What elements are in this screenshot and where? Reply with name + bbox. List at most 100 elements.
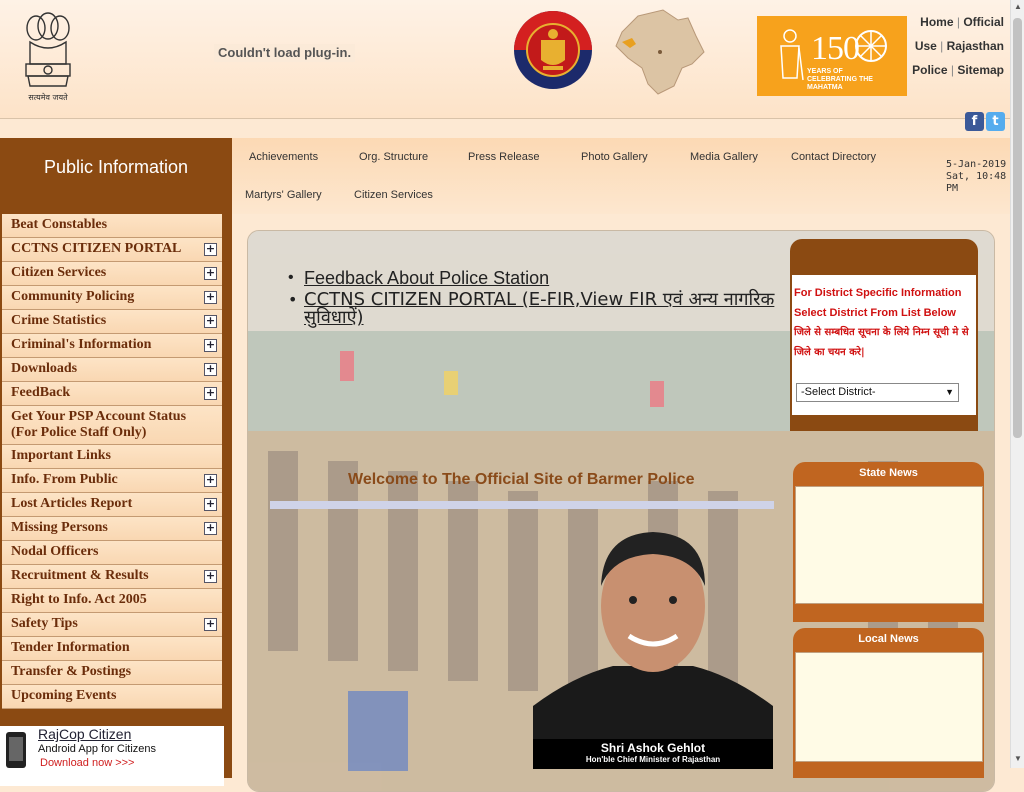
scroll-thumb[interactable] [1013,18,1022,438]
facebook-icon[interactable]: f [965,112,984,131]
nav-achievements[interactable]: Achievements [249,151,318,163]
sidebar-title: Public Information [43,157,189,177]
welcome-divider [270,501,774,509]
sidebar-item-label: CCTNS CITIZEN PORTAL [11,241,182,256]
sidebar-item-criminals-info[interactable]: Criminal's Information + [2,334,222,358]
expand-plus-icon[interactable]: + [204,498,217,511]
emblem-caption: सत्यमेव जयते [28,93,68,102]
sidebar-item-label: Upcoming Events [11,688,117,703]
sidebar-item-citizen-services[interactable]: Citizen Services + [2,262,222,286]
plugin-error-message: Couldn't load plug-in. [214,44,356,62]
celebration-text: YEARS OF CELEBRATING THE MAHATMA [807,68,873,91]
cm-role: Hon'ble Chief Minister of Rajasthan [585,755,721,764]
sidebar-item-cctns-portal[interactable]: CCTNS CITIZEN PORTAL + [2,238,222,262]
expand-plus-icon[interactable]: + [204,474,217,487]
sidebar-item-upcoming-events[interactable]: Upcoming Events [2,685,222,709]
expand-plus-icon[interactable]: + [204,315,217,328]
sidebar-item-label: Safety Tips [11,616,78,631]
sidebar-item-missing-persons[interactable]: Missing Persons + [2,517,222,541]
site-header: सत्यमेव जयते Couldn't load plug-in. 150 … [0,0,1010,119]
state-news-content [795,486,983,604]
district-select[interactable]: -Select District- ▼ [796,383,959,402]
local-news-content [795,652,983,762]
gandhi-150-banner[interactable]: 150 YEARS OF CELEBRATING THE MAHATMA [757,16,907,96]
sitemap-link[interactable]: Sitemap [957,63,1004,77]
expand-plus-icon[interactable]: + [204,267,217,280]
national-emblem-icon [25,12,71,87]
sidebar-menu: Beat Constables CCTNS CITIZEN PORTAL + Ci… [2,214,222,709]
cctns-portal-link[interactable]: CCTNS CITIZEN PORTAL (E-FIR,View FIR एवं… [288,291,788,327]
sidebar-item-rti[interactable]: Right to Info. Act 2005 [2,589,222,613]
nav-org-structure[interactable]: Org. Structure [359,151,428,163]
expand-plus-icon[interactable]: + [204,618,217,631]
expand-plus-icon[interactable]: + [204,243,217,256]
sidebar-item-beat-constables[interactable]: Beat Constables [2,214,222,238]
sidebar-item-downloads[interactable]: Downloads + [2,358,222,382]
district-instruction-english: For District Specific Information Select… [794,287,962,319]
sidebar-item-important-links[interactable]: Important Links [2,445,222,469]
feedback-police-station-link[interactable]: Feedback About Police Station [288,269,788,287]
twitter-icon[interactable]: t [986,112,1005,131]
nav-media-gallery[interactable]: Media Gallery [690,151,758,163]
sidebar-item-lost-articles[interactable]: Lost Articles Report + [2,493,222,517]
district-instruction: For District Specific Information Select… [794,283,974,363]
district-instruction-hindi: जिले से सम्बधित सूचना के लिये निम्न सूची… [794,327,969,358]
page-scrollbar[interactable]: ▲ ▼ [1010,0,1024,768]
sidebar-item-label: Important Links [11,448,111,463]
sidebar-item-label: Beat Constables [11,217,108,232]
current-date: 5-Jan-2019 [946,159,1007,170]
nav-photo-gallery[interactable]: Photo Gallery [581,151,648,163]
sidebar-item-community-policing[interactable]: Community Policing + [2,286,222,310]
sidebar-item-label: Get Your PSP Account Status (For Police … [11,409,187,440]
sidebar-item-nodal-officers[interactable]: Nodal Officers [2,541,222,565]
sidebar-item-feedback[interactable]: FeedBack + [2,382,222,406]
sidebar-item-label: Info. From Public [11,472,118,487]
sidebar-item-tender-info[interactable]: Tender Information [2,637,222,661]
date-time: 5-Jan-2019 Sat, 10:48 PM [946,159,1008,195]
nav-contact-directory[interactable]: Contact Directory [791,151,876,163]
sidebar-item-psp-account[interactable]: Get Your PSP Account Status (For Police … [2,406,222,445]
sidebar-item-recruitment[interactable]: Recruitment & Results + [2,565,222,589]
home-link[interactable]: Home [920,15,953,29]
top-links: Home | Official Use | Rajasthan Police |… [912,15,1004,77]
sidebar-item-label: Right to Info. Act 2005 [11,592,147,607]
expand-plus-icon[interactable]: + [204,363,217,376]
sidebar-item-label: Crime Statistics [11,313,107,328]
sidebar-item-label: Recruitment & Results [11,568,149,583]
quick-links-list: Feedback About Police Station CCTNS CITI… [288,269,788,331]
rajcop-app-promo[interactable]: RajCop Citizen Android App for Citizens … [0,726,224,786]
chief-minister-photo [533,532,773,746]
district-selector-box: For District Specific Information Select… [790,239,978,431]
sidebar-item-label: Lost Articles Report [11,496,133,511]
expand-plus-icon[interactable]: + [204,339,217,352]
scroll-down-icon[interactable]: ▼ [1013,754,1023,766]
smartphone-icon [6,732,26,768]
state-news-box: State News [793,462,984,622]
expand-plus-icon[interactable]: + [204,291,217,304]
cm-name: Shri Ashok Gehlot [600,741,706,755]
welcome-heading: Welcome to The Official Site of Barmer P… [348,471,695,488]
sidebar-item-label: Missing Persons [11,520,108,535]
nav-press-release[interactable]: Press Release [468,151,540,163]
app-subtitle: Android App for Citizens [38,743,157,755]
expand-plus-icon[interactable]: + [204,570,217,583]
sidebar-item-label: Criminal's Information [11,337,152,352]
expand-plus-icon[interactable]: + [204,387,217,400]
sidebar-item-info-from-public[interactable]: Info. From Public + [2,469,222,493]
sidebar-item-safety-tips[interactable]: Safety Tips + [2,613,222,637]
app-download-link[interactable]: Download now >>> [40,757,134,769]
nav-martyrs-gallery[interactable]: Martyrs' Gallery [245,189,322,201]
sidebar-item-transfer-postings[interactable]: Transfer & Postings [2,661,222,685]
sidebar-item-label: Downloads [11,361,78,376]
sidebar-item-label: Nodal Officers [11,544,99,559]
sidebar-item-label: Citizen Services [11,265,107,280]
nav-citizen-services[interactable]: Citizen Services [354,189,433,201]
main-nav: Achievements Org. Structure Press Releas… [232,138,1010,214]
scroll-up-icon[interactable]: ▲ [1013,2,1023,14]
expand-plus-icon[interactable]: + [204,522,217,535]
gandhi-silhouette-icon [780,29,804,81]
app-title[interactable]: RajCop Citizen [38,726,131,742]
sidebar-item-label: Tender Information [11,640,130,655]
local-news-title: Local News [858,633,919,645]
sidebar-item-crime-statistics[interactable]: Crime Statistics + [2,310,222,334]
